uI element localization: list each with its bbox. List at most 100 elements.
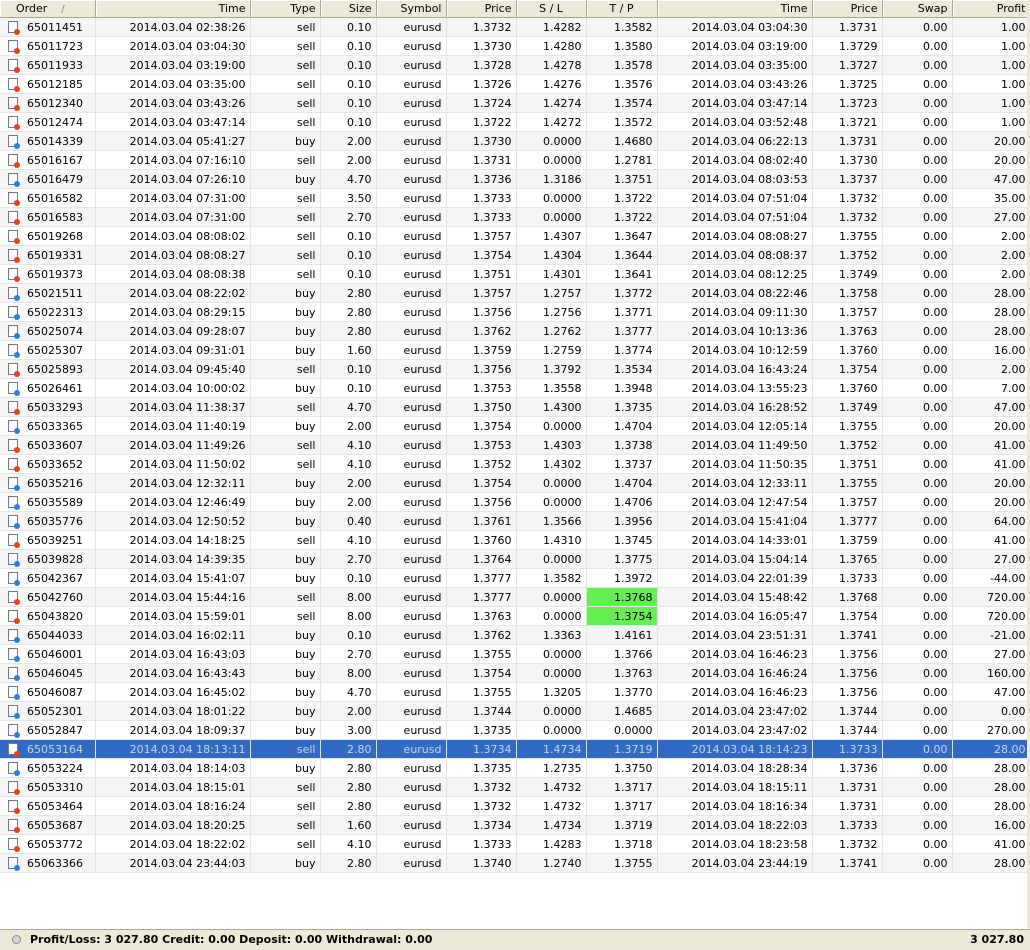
table-row[interactable]: 65019268 2014.03.04 08:08:02 sell 0.10 eurus… [0,226,1030,246]
sell-order-icon [8,837,20,852]
sl-cell: 1.4301 [516,264,587,284]
table-row[interactable]: 65025307 2014.03.04 09:31:01 buy 1.60 eurusd… [0,340,1030,360]
table-row[interactable]: 65025074 2014.03.04 09:28:07 buy 2.80 eurusd… [0,321,1030,341]
table-row[interactable]: 65039828 2014.03.04 14:39:35 buy 2.70 eurusd… [0,549,1030,569]
table-row[interactable]: 65053464 2014.03.04 18:16:24 sell 2.80 eurus… [0,796,1030,816]
open-price-cell: 1.3756 [446,359,517,379]
tp-cell: 1.3755 [586,853,658,873]
table-row[interactable]: 65063366 2014.03.04 23:44:03 buy 2.80 eurusd… [0,853,1030,873]
table-row[interactable]: 65035216 2014.03.04 12:32:11 buy 2.00 eurusd… [0,473,1030,493]
table-row[interactable]: 65044033 2014.03.04 16:02:11 buy 0.10 eurusd… [0,625,1030,645]
table-row[interactable]: 65019373 2014.03.04 08:08:38 sell 0.10 eurus… [0,264,1030,284]
column-header-type[interactable]: Type [250,0,321,18]
table-row[interactable]: 65043820 2014.03.04 15:59:01 sell 8.00 eurus… [0,606,1030,626]
table-row[interactable]: 65019331 2014.03.04 08:08:27 sell 0.10 eurus… [0,245,1030,265]
sell-order-icon [8,400,20,415]
column-header-close-time[interactable]: Time [657,0,813,18]
table-row[interactable]: 65035776 2014.03.04 12:50:52 buy 0.40 eurusd… [0,511,1030,531]
table-row[interactable]: 65052301 2014.03.04 18:01:22 buy 2.00 eurusd… [0,701,1030,721]
table-row[interactable]: 65011723 2014.03.04 03:04:30 sell 0.10 eurus… [0,36,1030,56]
tp-cell: 1.3718 [586,834,658,854]
symbol-cell: eurusd [376,568,447,588]
close-price-cell: 1.3733 [812,739,883,759]
close-price-cell: 1.3768 [812,587,883,607]
column-header-open-time[interactable]: Time [95,0,251,18]
table-row[interactable]: 65012474 2014.03.04 03:47:14 sell 0.10 eurus… [0,112,1030,132]
table-row[interactable]: 65053310 2014.03.04 18:15:01 sell 2.80 eurus… [0,777,1030,797]
table-row[interactable]: 65016479 2014.03.04 07:26:10 buy 4.70 eurusd… [0,169,1030,189]
table-row[interactable]: 65053687 2014.03.04 18:20:25 sell 1.60 eurus… [0,815,1030,835]
table-row[interactable]: 65033365 2014.03.04 11:40:19 buy 2.00 eurusd… [0,416,1030,436]
order-type-dot [14,503,20,510]
column-header-size[interactable]: Size [320,0,377,18]
tp-cell: 0.0000 [586,720,658,740]
table-row[interactable]: 65039251 2014.03.04 14:18:25 sell 4.10 eurus… [0,530,1030,550]
table-row[interactable]: 65053164 2014.03.04 18:13:11 sell 2.80 eurus… [0,739,1030,759]
table-row[interactable]: 65026461 2014.03.04 10:00:02 buy 0.10 eurusd… [0,378,1030,398]
open-time-cell: 2014.03.04 03:43:26 [95,93,251,113]
order-cell: 65011933 [0,55,96,75]
table-row[interactable]: 65052847 2014.03.04 18:09:37 buy 3.00 eurusd… [0,720,1030,740]
column-header-tp[interactable]: T / P [586,0,658,18]
symbol-cell: eurusd [376,74,447,94]
order-cell: 65033652 [0,454,96,474]
table-row[interactable]: 65033607 2014.03.04 11:49:26 sell 4.10 eurus… [0,435,1030,455]
close-price-cell: 1.3756 [812,663,883,683]
table-row[interactable]: 65046001 2014.03.04 16:43:03 buy 2.70 eurusd… [0,644,1030,664]
sell-order-icon [8,742,20,757]
table-row[interactable]: 65035589 2014.03.04 12:46:49 buy 2.00 eurusd… [0,492,1030,512]
table-row[interactable]: 65012340 2014.03.04 03:43:26 sell 0.10 eurus… [0,93,1030,113]
open-price-cell: 1.3744 [446,701,517,721]
order-cell: 65039251 [0,530,96,550]
column-header-profit[interactable]: Profit [952,0,1030,18]
table-row[interactable]: 65016582 2014.03.04 07:31:00 sell 3.50 eurus… [0,188,1030,208]
table-row[interactable]: 65012185 2014.03.04 03:35:00 sell 0.10 eurus… [0,74,1030,94]
sell-order-icon [8,96,20,111]
open-time-cell: 2014.03.04 12:46:49 [95,492,251,512]
table-row[interactable]: 65033293 2014.03.04 11:38:37 sell 4.70 eurus… [0,397,1030,417]
table-row[interactable]: 65011451 2014.03.04 02:38:26 sell 0.10 eurus… [0,17,1030,37]
open-price-cell: 1.3757 [446,226,517,246]
table-row[interactable]: 65016167 2014.03.04 07:16:10 sell 2.00 eurus… [0,150,1030,170]
table-row[interactable]: 65016583 2014.03.04 07:31:00 sell 2.70 eurus… [0,207,1030,227]
table-row[interactable]: 65014339 2014.03.04 05:41:27 buy 2.00 eurusd… [0,131,1030,151]
column-header-order[interactable]: Order / [0,0,96,18]
close-price-cell: 1.3758 [812,283,883,303]
table-row[interactable]: 65053772 2014.03.04 18:22:02 sell 4.10 eurus… [0,834,1030,854]
swap-cell: 0.00 [882,530,953,550]
open-time-cell: 2014.03.04 18:01:22 [95,701,251,721]
column-header-close-price[interactable]: Price [812,0,883,18]
table-row[interactable]: 65046087 2014.03.04 16:45:02 buy 4.70 eurusd… [0,682,1030,702]
symbol-cell: eurusd [376,150,447,170]
size-cell: 4.10 [320,530,377,550]
column-header-open-price[interactable]: Price [446,0,517,18]
table-row[interactable]: 65042367 2014.03.04 15:41:07 buy 0.10 eurusd… [0,568,1030,588]
table-row[interactable]: 65053224 2014.03.04 18:14:03 buy 2.80 eurusd… [0,758,1030,778]
open-price-cell: 1.3759 [446,340,517,360]
table-row[interactable]: 65042760 2014.03.04 15:44:16 sell 8.00 eurus… [0,587,1030,607]
type-cell: sell [250,226,321,246]
type-cell: buy [250,169,321,189]
table-row[interactable]: 65025893 2014.03.04 09:45:40 sell 0.10 eurus… [0,359,1030,379]
table-row[interactable]: 65021511 2014.03.04 08:22:02 buy 2.80 eurusd… [0,283,1030,303]
size-cell: 4.10 [320,834,377,854]
symbol-cell: eurusd [376,777,447,797]
size-cell: 3.00 [320,720,377,740]
size-cell: 0.10 [320,264,377,284]
symbol-cell: eurusd [376,435,447,455]
column-header-symbol[interactable]: Symbol [376,0,447,18]
order-cell: 65016583 [0,207,96,227]
profit-cell: 1.00 [952,36,1030,56]
table-row[interactable]: 65011933 2014.03.04 03:19:00 sell 0.10 eurus… [0,55,1030,75]
sell-order-icon [8,362,20,377]
buy-order-icon [8,324,20,339]
swap-cell: 0.00 [882,55,953,75]
column-header-swap[interactable]: Swap [882,0,953,18]
type-cell: sell [250,93,321,113]
tp-cell: 1.4706 [586,492,658,512]
table-row[interactable]: 65046045 2014.03.04 16:43:43 buy 8.00 eurusd… [0,663,1030,683]
column-header-sl[interactable]: S / L [516,0,587,18]
order-number: 65052301 [27,704,83,718]
table-row[interactable]: 65033652 2014.03.04 11:50:02 sell 4.10 eurus… [0,454,1030,474]
table-row[interactable]: 65022313 2014.03.04 08:29:15 buy 2.80 eurusd… [0,302,1030,322]
